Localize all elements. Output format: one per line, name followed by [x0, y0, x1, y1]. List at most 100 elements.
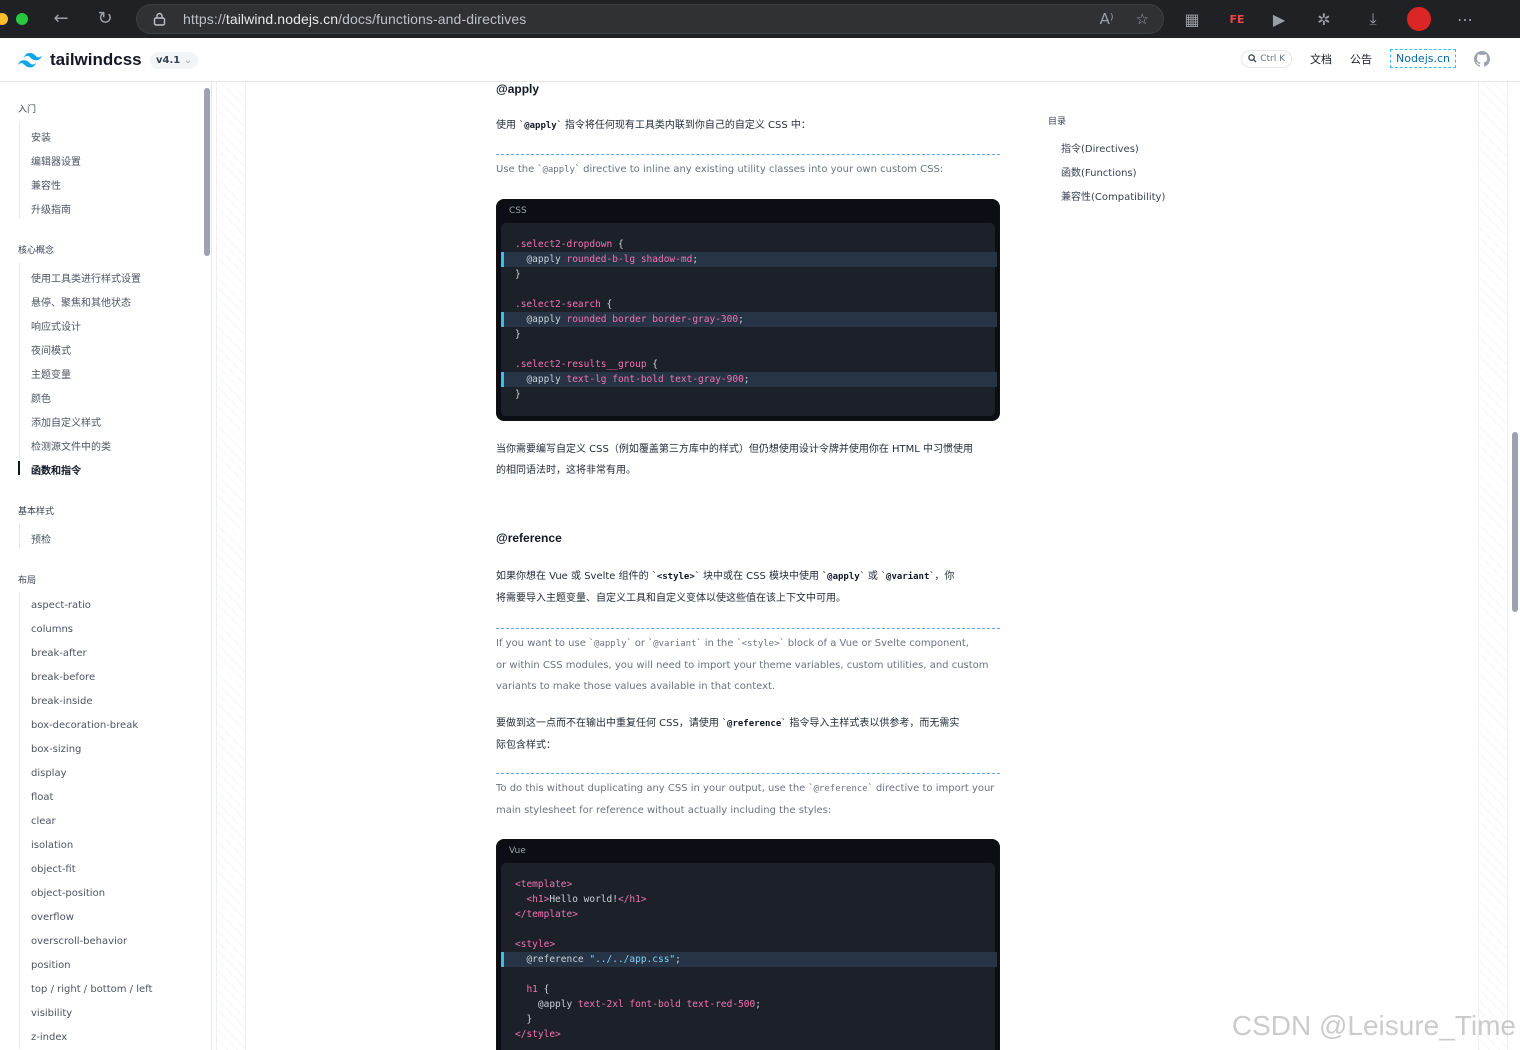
sidebar-item[interactable]: break-inside [31, 696, 93, 707]
sidebar-item[interactable]: top / right / bottom / left [31, 984, 152, 995]
code-tag: </style> [515, 1029, 561, 1040]
page-scrollbar[interactable] [1512, 432, 1518, 612]
address-bar[interactable]: https://tailwind.nodejs.cn/docs/function… [136, 4, 1164, 34]
sidebar-item[interactable]: 检测源文件中的类 [31, 438, 111, 453]
text-fragment: Use the ` [496, 164, 543, 175]
sidebar-item[interactable]: 添加自定义样式 [31, 414, 101, 429]
code-line: <style> [515, 939, 555, 950]
code-tag: </template> [515, 909, 578, 920]
sidebar-item[interactable]: object-fit [31, 864, 76, 875]
minimize-button[interactable] [0, 13, 8, 25]
sidebar-item[interactable]: position [31, 960, 71, 971]
extensions-puzzle-icon[interactable]: ✲ [1313, 8, 1335, 30]
inline-code: @variant [653, 639, 697, 649]
code-punct: ; [675, 954, 681, 965]
url-text[interactable]: https://tailwind.nodejs.cn/docs/function… [183, 11, 526, 27]
text-line: 的相同语法时，这将非常有用。 [496, 465, 636, 476]
profile-avatar[interactable] [1407, 7, 1431, 31]
inline-code: @apply [594, 639, 627, 649]
code-line: .select2-results__group { [515, 359, 658, 370]
code-body[interactable]: .select2-dropdown { @apply rounded-b-lg … [501, 223, 997, 416]
code-selector: .select2-search [515, 299, 601, 310]
sidebar-item[interactable]: aspect-ratio [31, 600, 91, 611]
text-fragment: ` 块中或在 CSS 模块中使用 ` [694, 571, 828, 582]
toc-item-directives[interactable]: 指令(Directives) [1061, 140, 1139, 155]
sidebar-section-title: 核心概念 [18, 246, 55, 256]
extension-chart-icon[interactable]: ▦ [1181, 8, 1203, 30]
github-icon[interactable] [1474, 50, 1490, 67]
sidebar-item[interactable]: 使用工具类进行样式设置 [31, 270, 141, 285]
sidebar-item[interactable]: 颜色 [31, 390, 51, 405]
sidebar-item[interactable]: display [31, 768, 67, 779]
code-line: @apply text-2xl font-bold text-red-500; [515, 999, 761, 1010]
code-body[interactable]: <template> <h1>Hello world!</h1> </templa… [501, 863, 997, 1050]
code-punct: ; [743, 374, 750, 385]
sidebar-item[interactable]: 悬停、聚焦和其他状态 [31, 294, 131, 309]
code-tag: <h1> [515, 894, 550, 905]
text-fragment: ` block of a Vue or Svelte component, [779, 638, 969, 649]
nav-link-docs[interactable]: 文档 [1310, 51, 1332, 67]
more-menu-icon[interactable]: ⋯ [1454, 8, 1476, 30]
text-fragment: ` or ` [626, 638, 654, 649]
left-gutter-pattern [216, 82, 246, 1050]
reference-translation: If you want to use `@apply` or `@variant… [496, 628, 1000, 697]
text-line: To do this without duplicating any CSS i… [496, 778, 1000, 800]
sidebar-item[interactable]: visibility [31, 1008, 72, 1019]
sidebar-item[interactable]: break-before [31, 672, 95, 683]
url-scheme: https:// [183, 11, 226, 27]
code-block-css: CSS .select2-dropdown { @apply rounded-b… [496, 199, 1000, 421]
sidebar-item[interactable]: 编辑器设置 [31, 153, 81, 168]
code-line: } [515, 1014, 532, 1025]
sidebar-item[interactable]: overflow [31, 912, 74, 923]
toc-item-compatibility[interactable]: 兼容性(Compatibility) [1061, 188, 1165, 203]
sidebar-item[interactable]: 主题变量 [31, 366, 71, 381]
download-icon[interactable]: ⤓ [1362, 8, 1384, 30]
text-fragment: 要做到这一点而不在输出中重复任何 CSS，请使用 ` [496, 718, 728, 729]
sidebar-item[interactable]: 安装 [31, 129, 51, 144]
sidebar-item[interactable]: float [31, 792, 53, 803]
code-value: text-lg font-bold text-gray-900 [560, 374, 744, 385]
favorite-star-icon[interactable]: ☆ [1136, 10, 1149, 28]
sidebar-item[interactable]: overscroll-behavior [31, 936, 127, 947]
code-punct: { [612, 239, 624, 250]
extension-play-icon[interactable]: ▶ [1268, 8, 1290, 30]
sidebar-item[interactable]: clear [31, 816, 56, 827]
nav-link-nodejs[interactable]: Nodejs.cn [1389, 49, 1456, 68]
sidebar-item[interactable]: object-position [31, 888, 105, 899]
text-line: variants to make those values available … [496, 681, 776, 692]
apply-paragraph: 使用 `@apply` 指令将任何现有工具类内联到你自己的自定义 CSS 中： [496, 115, 1000, 137]
sidebar-item[interactable]: columns [31, 624, 73, 635]
sidebar-item[interactable]: 升级指南 [31, 201, 71, 216]
code-punct: ; [738, 314, 744, 325]
extension-fe-icon[interactable]: FE [1226, 8, 1248, 30]
logo[interactable]: tailwindcss [18, 50, 142, 70]
site-info-icon[interactable] [153, 12, 166, 26]
sidebar-item[interactable]: z-index [31, 1032, 67, 1043]
nav-link-announcements[interactable]: 公告 [1350, 51, 1372, 67]
toc-item-functions[interactable]: 函数(Functions) [1061, 164, 1137, 179]
version-selector[interactable]: v4.1 ⌄ [150, 52, 199, 69]
sidebar-item[interactable]: box-decoration-break [31, 720, 138, 731]
reference2-translation: To do this without duplicating any CSS i… [496, 773, 1000, 821]
back-icon[interactable]: ← [50, 8, 72, 30]
watermark: CSDN @Leisure_Time [1231, 1010, 1516, 1041]
code-keyword: @apply [515, 314, 561, 325]
sidebar-scrollbar[interactable] [204, 88, 210, 256]
sidebar-item[interactable]: 响应式设计 [31, 318, 81, 333]
code-string: "../../app.css" [583, 954, 676, 965]
search-button[interactable]: Ctrl K [1241, 49, 1292, 68]
read-aloud-icon[interactable]: A⁾ [1100, 10, 1114, 28]
sidebar-item[interactable]: break-after [31, 648, 87, 659]
code-text: Hello world! [549, 894, 618, 905]
reference-paragraph: 如果你想在 Vue 或 Svelte 组件的 `<style>` 块中或在 CS… [496, 566, 1000, 609]
sidebar-item[interactable]: isolation [31, 840, 73, 851]
sidebar-item[interactable]: 兼容性 [31, 177, 61, 192]
code-tag: <style> [515, 939, 556, 950]
sidebar-item[interactable]: box-sizing [31, 744, 81, 755]
reload-icon[interactable]: ↻ [94, 8, 116, 30]
sidebar-item[interactable]: 预检 [31, 531, 51, 546]
maximize-button[interactable] [16, 13, 28, 25]
sidebar-item[interactable]: 夜间模式 [31, 342, 71, 357]
sidebar-item[interactable]: 函数和指令 [31, 462, 81, 477]
text-line: 际包含样式： [496, 740, 556, 751]
